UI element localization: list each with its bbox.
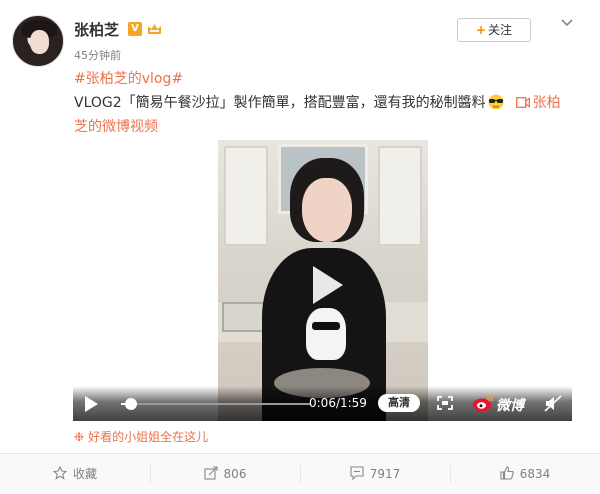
follow-label: 关注 (488, 23, 513, 37)
topic-link[interactable]: #张柏芝的vlog# (74, 68, 183, 88)
comment-icon (350, 466, 364, 481)
comment-count: 7917 (369, 467, 401, 481)
progress-knob[interactable] (124, 398, 137, 410)
play-icon[interactable] (83, 395, 99, 413)
microwave (222, 302, 266, 332)
timecode: 0:06/1:59 (309, 396, 367, 410)
weibo-post: 张柏芝 V 45分钟前 + 关注 #张柏芝的vlog# VLOG2「簡易午餐沙拉」… (0, 0, 600, 494)
video-controls: 0:06/1:59 高清 微博 (73, 386, 572, 421)
fullscreen-icon[interactable] (437, 396, 453, 410)
caption-text: 好看的小姐姐全在这儿 (88, 430, 209, 444)
person-face (302, 178, 352, 242)
shirt-print (306, 308, 346, 360)
action-bar: 收藏 806 7917 6834 (0, 453, 600, 494)
video-player[interactable]: 0:06/1:59 高清 微博 (73, 140, 572, 421)
like-count: 6834 (519, 467, 551, 481)
weibo-brand-text: 微博 (496, 398, 524, 414)
progress-bar[interactable] (121, 398, 311, 410)
share-icon (203, 466, 218, 480)
post-text: VLOG2「簡易午餐沙拉」製作簡單，搭配豐富，還有我的秘制醬料 张柏芝的微博视频 (74, 91, 570, 139)
repost-button[interactable]: 806 (150, 454, 300, 494)
comment-button[interactable]: 7917 (300, 454, 450, 494)
like-button[interactable]: 6834 (450, 454, 600, 494)
video-caption[interactable]: ❉ 好看的小姐姐全在这儿 (74, 428, 208, 445)
star-icon (52, 465, 68, 480)
plus-icon: + (475, 23, 487, 37)
video-link-icon (515, 97, 530, 108)
avatar-face (30, 30, 49, 54)
flower-icon: ❉ (74, 430, 85, 444)
kitchen-cabinet (224, 146, 268, 246)
avatar[interactable] (12, 15, 64, 67)
mute-icon[interactable] (544, 395, 562, 412)
play-overlay-icon[interactable] (303, 262, 349, 308)
kitchen-cabinet (378, 146, 422, 246)
repost-count: 806 (223, 467, 247, 481)
author-name[interactable]: 张柏芝 (74, 19, 119, 40)
collect-button[interactable]: 收藏 (0, 454, 150, 494)
collect-label: 收藏 (72, 467, 97, 481)
quality-button[interactable]: 高清 (378, 394, 420, 412)
member-crown-icon (148, 24, 161, 34)
verified-icon: V (128, 22, 142, 36)
post-time[interactable]: 45分钟前 (74, 47, 121, 63)
follow-button[interactable]: + 关注 (457, 18, 531, 42)
like-icon (500, 466, 514, 480)
weibo-logo-icon (473, 395, 493, 412)
sunglasses-emoji-icon (488, 94, 504, 110)
post-body: VLOG2「簡易午餐沙拉」製作簡單，搭配豐富，還有我的秘制醬料 (74, 95, 486, 111)
chevron-down-icon[interactable] (560, 16, 574, 30)
